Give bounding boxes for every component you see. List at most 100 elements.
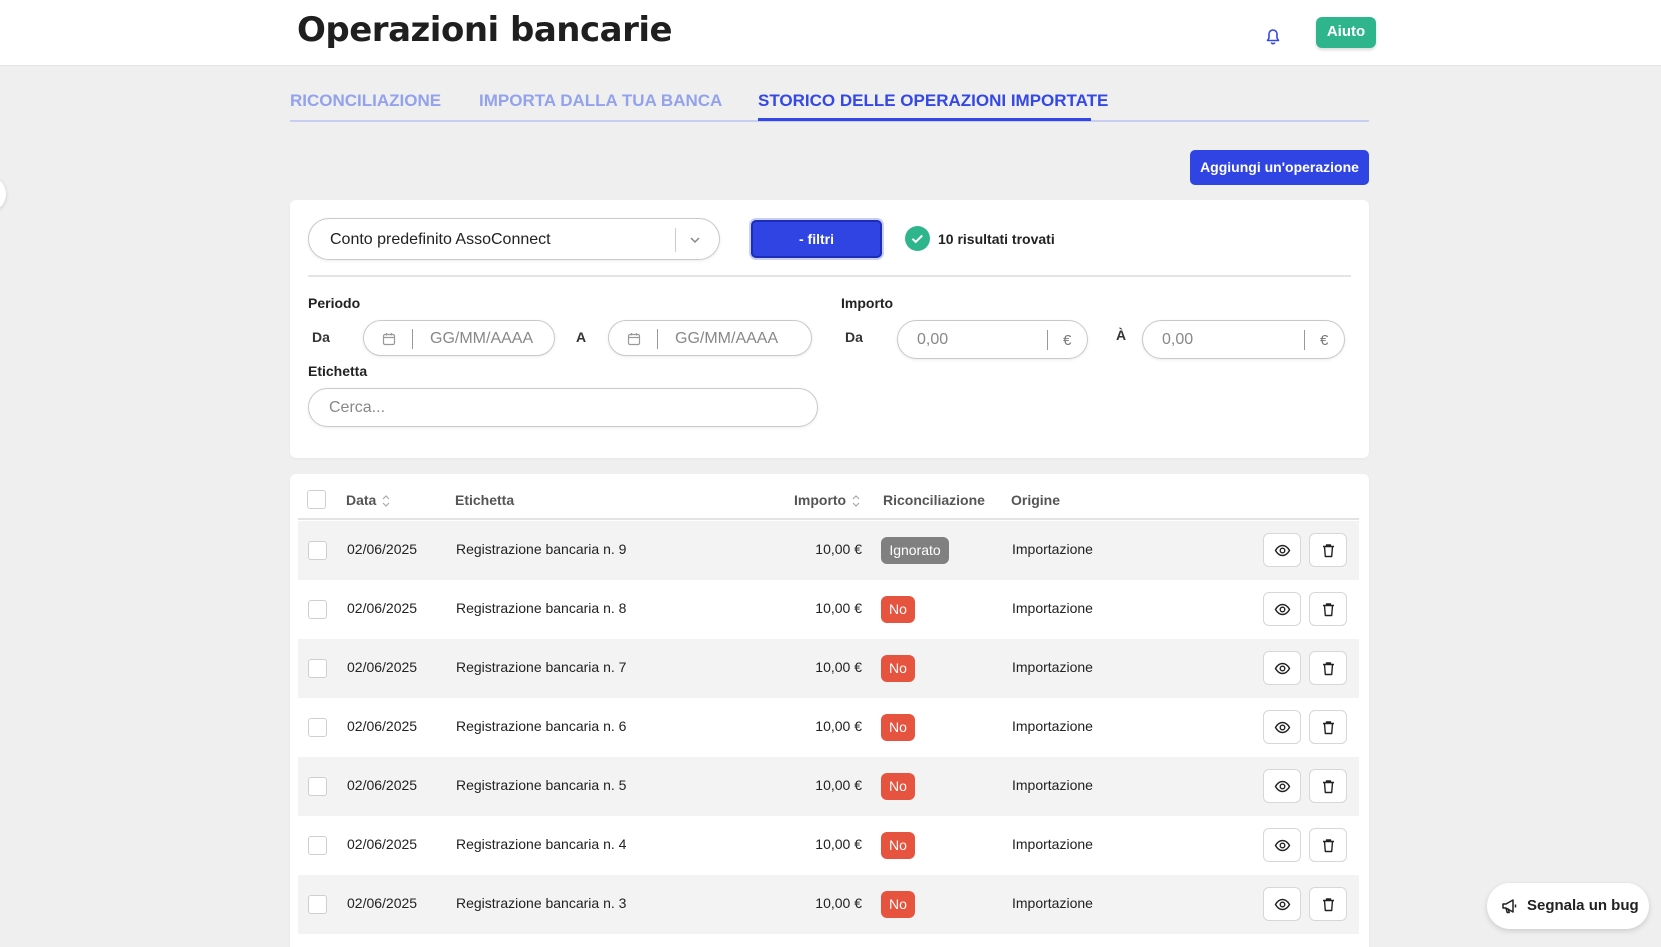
- row-origin: Importazione: [1012, 777, 1093, 793]
- column-header-amount[interactable]: Importo: [794, 492, 860, 508]
- row-checkbox[interactable]: [308, 836, 327, 855]
- trash-icon: [1320, 542, 1337, 564]
- account-select-value: Conto predefinito AssoConnect: [330, 231, 551, 248]
- column-header-date[interactable]: Data: [346, 492, 390, 508]
- view-button[interactable]: [1263, 592, 1301, 626]
- row-label: Registrazione bancaria n. 4: [456, 836, 627, 852]
- status-badge: No: [881, 773, 915, 800]
- eye-icon: [1274, 660, 1291, 682]
- sidebar-toggle[interactable]: [0, 176, 6, 212]
- period-from-label: Da: [312, 329, 330, 345]
- row-label: Registrazione bancaria n. 3: [456, 895, 627, 911]
- row-label: Registrazione bancaria n. 6: [456, 718, 627, 734]
- eye-icon: [1274, 837, 1291, 859]
- row-checkbox[interactable]: [308, 541, 327, 560]
- row-checkbox[interactable]: [308, 659, 327, 678]
- table-row: 02/06/2025 Registrazione bancaria n. 6 10,…: [298, 698, 1359, 757]
- select-all-checkbox[interactable]: [307, 490, 326, 509]
- row-origin: Importazione: [1012, 895, 1093, 911]
- currency-symbol: €: [1320, 332, 1329, 349]
- row-date: 02/06/2025: [347, 718, 418, 734]
- tab-bar: RICONCILIAZIONE IMPORTA DALLA TUA BANCA …: [290, 88, 1369, 122]
- row-origin: Importazione: [1012, 600, 1093, 616]
- status-badge: No: [881, 891, 915, 918]
- view-button[interactable]: [1263, 710, 1301, 744]
- row-checkbox[interactable]: [308, 718, 327, 737]
- view-button[interactable]: [1263, 887, 1301, 921]
- column-header-reconciliation: Riconciliazione: [883, 492, 985, 508]
- sort-icon: [382, 495, 390, 508]
- page-title: Operazioni bancarie: [297, 10, 673, 50]
- row-checkbox[interactable]: [308, 600, 327, 619]
- row-date: 02/06/2025: [347, 777, 418, 793]
- tab-importa[interactable]: IMPORTA DALLA TUA BANCA: [479, 91, 722, 111]
- column-header-date-label: Data: [346, 492, 377, 508]
- row-label: Registrazione bancaria n. 9: [456, 541, 627, 557]
- eye-icon: [1274, 542, 1291, 564]
- amount-to-input[interactable]: 0,00 €: [1142, 320, 1345, 359]
- table-row: 02/06/2025 Registrazione bancaria n. 7 10,…: [298, 639, 1359, 698]
- tab-storico[interactable]: STORICO DELLE OPERAZIONI IMPORTATE: [758, 91, 1108, 111]
- amount-to-label: À: [1116, 327, 1127, 343]
- tab-riconciliazione[interactable]: RICONCILIAZIONE: [290, 91, 441, 111]
- row-label: Registrazione bancaria n. 7: [456, 659, 627, 675]
- delete-button[interactable]: [1309, 533, 1347, 567]
- row-amount: 10,00 €: [815, 718, 862, 734]
- input-divider: [657, 329, 658, 349]
- row-checkbox[interactable]: [308, 895, 327, 914]
- date-to-placeholder: GG/MM/AAAA: [675, 330, 779, 347]
- view-button[interactable]: [1263, 651, 1301, 685]
- row-date: 02/06/2025: [347, 659, 418, 675]
- amount-from-input[interactable]: 0,00 €: [897, 320, 1088, 359]
- input-divider: [1304, 330, 1305, 350]
- select-divider: [675, 228, 676, 252]
- delete-button[interactable]: [1309, 651, 1347, 685]
- table-row: 02/06/2025 Registrazione bancaria n. 9 10,…: [298, 521, 1359, 580]
- eye-icon: [1274, 896, 1291, 918]
- account-select[interactable]: Conto predefinito AssoConnect: [308, 218, 720, 260]
- date-from-input[interactable]: GG/MM/AAAA: [363, 320, 555, 356]
- table-row: 02/06/2025 Registrazione bancaria n. 3 10,…: [298, 875, 1359, 934]
- trash-icon: [1320, 778, 1337, 800]
- report-bug-button[interactable]: Segnala un bug: [1487, 883, 1649, 929]
- column-header-label: Etichetta: [455, 492, 515, 508]
- row-date: 02/06/2025: [347, 895, 418, 911]
- trash-icon: [1320, 719, 1337, 741]
- date-to-input[interactable]: GG/MM/AAAA: [608, 320, 812, 356]
- sort-icon: [852, 495, 860, 508]
- view-button[interactable]: [1263, 533, 1301, 567]
- row-checkbox[interactable]: [308, 777, 327, 796]
- row-amount: 10,00 €: [815, 600, 862, 616]
- trash-icon: [1320, 660, 1337, 682]
- delete-button[interactable]: [1309, 710, 1347, 744]
- row-origin: Importazione: [1012, 836, 1093, 852]
- add-operation-button[interactable]: Aggiungi un'operazione: [1190, 150, 1369, 185]
- table-row: 02/06/2025 Registrazione bancaria n. 5 10,…: [298, 757, 1359, 816]
- top-bar: Operazioni bancarie Aiuto: [0, 0, 1661, 66]
- help-button[interactable]: Aiuto: [1316, 17, 1376, 48]
- filters-divider: [308, 275, 1351, 277]
- input-divider: [412, 329, 413, 349]
- trash-icon: [1320, 896, 1337, 918]
- period-to-label: A: [576, 329, 587, 345]
- delete-button[interactable]: [1309, 592, 1347, 626]
- delete-button[interactable]: [1309, 887, 1347, 921]
- amount-from-label: Da: [845, 329, 863, 345]
- delete-button[interactable]: [1309, 828, 1347, 862]
- chevron-down-icon: [688, 233, 702, 247]
- status-badge: No: [881, 832, 915, 859]
- bell-icon[interactable]: [1263, 27, 1283, 47]
- view-button[interactable]: [1263, 769, 1301, 803]
- status-badge: No: [881, 655, 915, 682]
- eye-icon: [1274, 601, 1291, 623]
- amount-from-placeholder: 0,00: [917, 331, 949, 348]
- status-badge: No: [881, 596, 915, 623]
- view-button[interactable]: [1263, 828, 1301, 862]
- tag-search-input[interactable]: Cerca...: [308, 388, 818, 427]
- filters-toggle-button[interactable]: - filtri: [751, 220, 882, 258]
- row-origin: Importazione: [1012, 718, 1093, 734]
- date-from-placeholder: GG/MM/AAAA: [430, 330, 534, 347]
- table-row: 02/06/2025 Registrazione bancaria n. 8 10,…: [298, 580, 1359, 639]
- period-label: Periodo: [308, 295, 361, 311]
- delete-button[interactable]: [1309, 769, 1347, 803]
